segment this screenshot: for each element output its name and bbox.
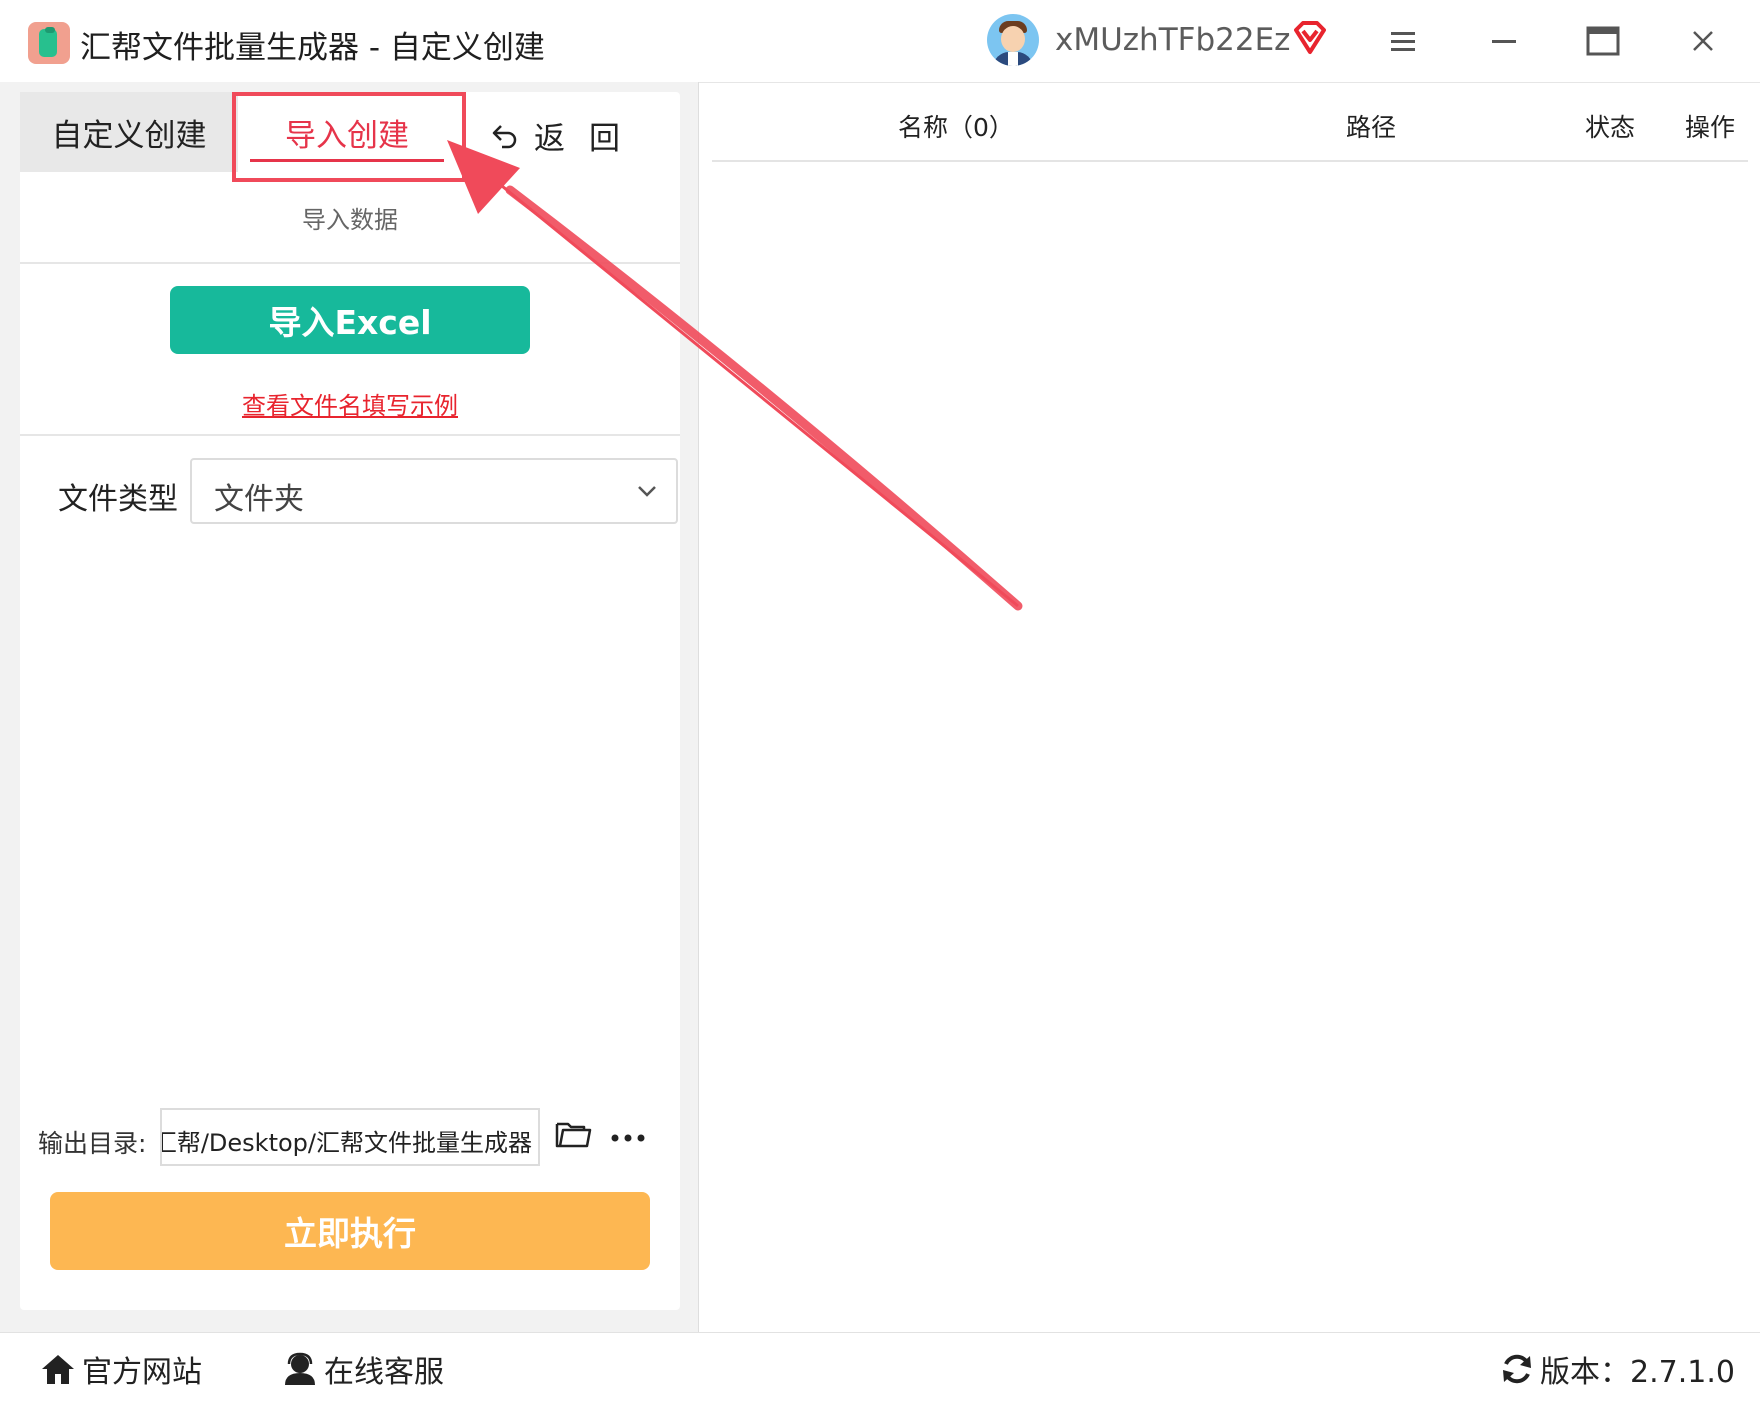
refresh-icon	[1503, 1354, 1531, 1384]
column-header-actions[interactable]: 操作	[1685, 108, 1735, 144]
username[interactable]: xMUzhTFb22Ez	[1055, 22, 1290, 58]
back-button[interactable]: 返回	[490, 110, 644, 160]
user-avatar[interactable]	[987, 14, 1039, 66]
column-header-name[interactable]: 名称（0）	[898, 108, 1014, 144]
folder-icon[interactable]	[554, 1118, 592, 1150]
output-dir-label: 输出目录:	[38, 1129, 147, 1158]
app-logo-icon	[28, 22, 70, 64]
file-type-select[interactable]: 文件夹	[190, 458, 678, 524]
online-support-label: 在线客服	[324, 1355, 444, 1390]
active-tab-underline	[250, 159, 444, 162]
tab-custom-create[interactable]: 自定义创建	[20, 92, 238, 172]
maximize-button[interactable]	[1580, 18, 1626, 64]
import-excel-button[interactable]: 导入Excel	[170, 286, 530, 354]
filename-example-link[interactable]: 查看文件名填写示例	[20, 386, 680, 421]
output-dir-value: 汇帮/Desktop/汇帮文件批量生成器	[160, 1129, 532, 1157]
title-bar: 汇帮文件批量生成器 - 自定义创建 xMUzhTFb22Ez	[0, 0, 1760, 83]
column-header-status[interactable]: 状态	[1585, 108, 1635, 144]
tab-import-create-label: 导入创建	[285, 117, 409, 154]
column-header-path[interactable]: 路径	[1346, 108, 1396, 144]
output-dir-input[interactable]: 汇帮/Desktop/汇帮文件批量生成器	[160, 1108, 540, 1166]
divider	[20, 262, 680, 264]
home-icon	[42, 1355, 74, 1384]
run-now-button[interactable]: 立即执行	[50, 1192, 650, 1270]
official-website-link[interactable]: 官方网站	[40, 1347, 202, 1391]
back-button-label: 返回	[534, 120, 644, 157]
support-icon	[285, 1352, 315, 1385]
file-type-selected-value: 文件夹	[214, 482, 304, 517]
version-label: 版本：2.7.1.0	[1540, 1355, 1735, 1390]
online-support-link[interactable]: 在线客服	[282, 1347, 444, 1391]
more-icon[interactable]	[610, 1122, 646, 1154]
status-bar: 官方网站 在线客服 版本：2.7.1.0	[0, 1332, 1760, 1401]
file-table-header: 名称（0） 路径 状态 操作	[712, 90, 1748, 162]
chevron-down-icon	[638, 486, 656, 497]
file-type-label: 文件类型	[58, 482, 178, 517]
official-website-label: 官方网站	[82, 1355, 202, 1390]
maximize-icon	[1586, 26, 1620, 56]
menu-button[interactable]	[1380, 18, 1426, 64]
minimize-button[interactable]	[1481, 18, 1527, 64]
menu-icon	[1391, 32, 1415, 51]
back-arrow-icon	[492, 125, 517, 149]
minimize-icon	[1492, 40, 1516, 43]
close-icon	[1693, 31, 1713, 51]
import-data-heading: 导入数据	[302, 206, 398, 234]
close-button[interactable]	[1680, 18, 1726, 64]
version-info[interactable]: 版本：2.7.1.0	[1500, 1347, 1735, 1391]
tab-import-create[interactable]: 导入创建	[238, 92, 456, 172]
vip-diamond-icon[interactable]	[1290, 18, 1330, 58]
divider	[20, 434, 680, 436]
window-title: 汇帮文件批量生成器 - 自定义创建	[80, 30, 545, 66]
